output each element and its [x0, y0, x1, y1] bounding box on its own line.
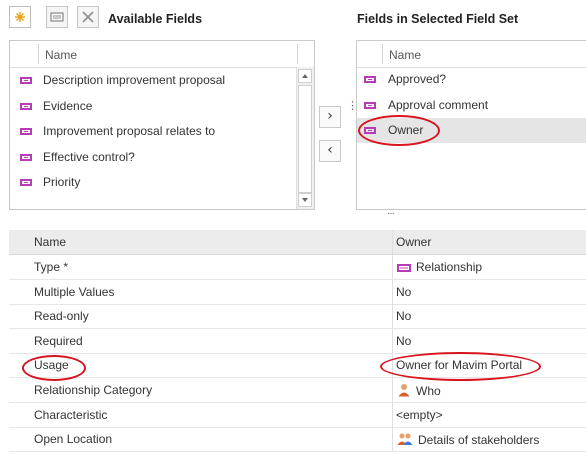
column-separator [382, 44, 383, 64]
people-icon [397, 432, 413, 449]
scroll-down-button[interactable] [298, 193, 312, 207]
list-item[interactable]: Approval comment [357, 93, 586, 118]
column-divider [392, 255, 393, 279]
property-name-header: Name [34, 235, 67, 249]
field-icon [364, 101, 376, 109]
column-separator [297, 44, 298, 64]
arrow-down-icon [302, 198, 308, 202]
property-value-header: Owner [396, 235, 432, 249]
person-icon [397, 383, 411, 400]
field-icon [20, 179, 32, 186]
usage-highlight-annotation [22, 355, 86, 381]
property-row[interactable]: Multiple Values No [9, 279, 586, 305]
property-value-text: No [396, 309, 412, 324]
property-name: Characteristic [34, 407, 108, 422]
property-value[interactable]: <empty> [396, 408, 443, 422]
delete-button[interactable] [77, 6, 99, 28]
column-separator [38, 44, 39, 64]
list-item-label: Approval comment [388, 97, 489, 112]
arrow-up-icon [302, 74, 308, 78]
property-value[interactable]: Relationship [397, 260, 482, 276]
close-icon [82, 11, 94, 23]
column-header-name: Name [389, 48, 422, 62]
property-row[interactable]: Read-only No [9, 304, 586, 330]
property-value[interactable]: No [396, 334, 411, 348]
list-item[interactable]: Priority [10, 170, 296, 195]
list-item-label: Description improvement proposal [43, 73, 226, 87]
column-divider [392, 427, 393, 452]
column-divider [392, 279, 393, 304]
remove-field-button[interactable]: ‹ [319, 140, 341, 162]
property-row[interactable]: Open Location Details of stakeholders [9, 427, 586, 453]
property-value-text: No [396, 333, 412, 348]
edit-button[interactable] [46, 6, 68, 28]
vertical-scrollbar[interactable] [296, 67, 314, 209]
list-item[interactable]: Effective control? [10, 145, 296, 170]
available-fields-title: Available Fields [108, 12, 203, 26]
column-divider [392, 304, 393, 329]
column-divider [392, 402, 393, 427]
property-name: Required [34, 333, 83, 348]
list-item[interactable]: Description improvement proposal [10, 68, 296, 93]
property-value-text: <empty> [396, 407, 443, 422]
field-icon [364, 76, 376, 83]
list-item[interactable]: Evidence [10, 94, 296, 119]
column-divider [392, 328, 393, 353]
available-fields-list[interactable]: Name Description improvement proposal Evi… [9, 40, 315, 210]
list-item-label: Evidence [43, 98, 93, 113]
list-item-label: Approved? [388, 72, 447, 86]
property-name: Type * [34, 260, 69, 274]
property-row[interactable]: Relationship Category Who [9, 378, 586, 403]
field-icon [20, 153, 32, 161]
panel-icon [50, 12, 64, 22]
add-field-button[interactable]: › [319, 106, 341, 128]
field-icon [20, 77, 32, 84]
scroll-thumb[interactable] [298, 85, 312, 193]
list-item-label: Priority [43, 175, 81, 189]
star-icon [15, 12, 25, 22]
column-divider [392, 230, 393, 254]
property-row[interactable]: Required No [9, 328, 586, 354]
column-header-name: Name [45, 48, 78, 62]
usage-value-highlight-annotation [380, 352, 541, 381]
property-name: Relationship Category [34, 383, 153, 397]
list-item-label: Effective control? [43, 149, 135, 164]
property-value-text: No [396, 284, 412, 299]
property-row[interactable]: Characteristic <empty> [9, 402, 586, 428]
column-header[interactable]: Name [10, 41, 314, 68]
selected-fields-title: Fields in Selected Field Set [357, 12, 519, 26]
property-value-text: Relationship [416, 260, 483, 274]
horizontal-splitter[interactable]: ··· [387, 208, 395, 219]
property-value[interactable]: No [396, 309, 411, 323]
new-field-button[interactable] [9, 6, 31, 28]
column-divider [392, 378, 393, 402]
property-name: Multiple Values [34, 284, 115, 299]
property-value[interactable]: No [396, 285, 411, 299]
property-value-text: Details of stakeholders [418, 433, 540, 448]
property-name: Open Location [34, 432, 113, 447]
property-row[interactable]: Type * Relationship [9, 255, 586, 280]
relationship-icon [397, 262, 411, 276]
field-icon [20, 128, 32, 135]
column-header[interactable]: Name [357, 41, 586, 68]
property-value[interactable]: Who [397, 383, 441, 400]
property-value-text: Who [416, 384, 441, 398]
list-item[interactable]: Improvement proposal relates to [10, 119, 296, 144]
field-icon [20, 102, 32, 110]
list-item[interactable]: Approved? [357, 67, 586, 92]
owner-highlight-annotation [358, 115, 440, 146]
scroll-up-button[interactable] [298, 69, 312, 83]
property-name: Read-only [34, 309, 89, 324]
list-item-label: Improvement proposal relates to [43, 124, 216, 138]
property-value[interactable]: Details of stakeholders [397, 432, 539, 449]
property-grid-header: Name Owner [9, 230, 586, 255]
